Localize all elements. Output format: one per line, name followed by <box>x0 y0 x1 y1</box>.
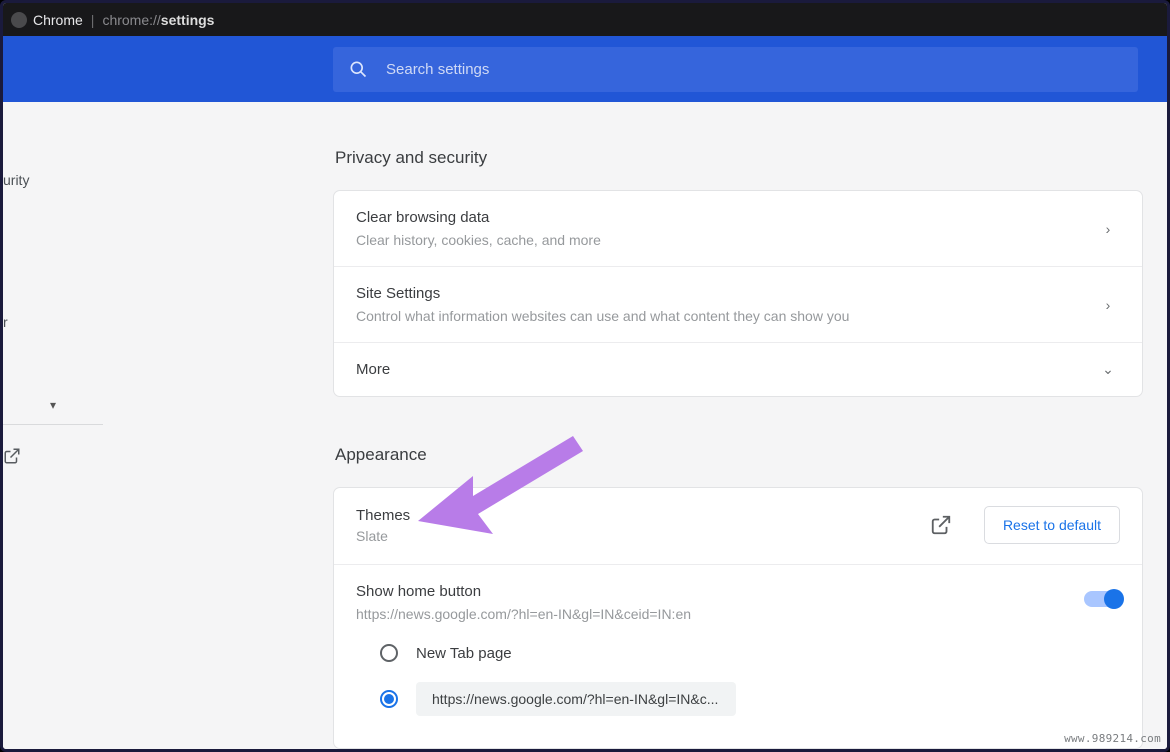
themes-sub: Slate <box>356 528 930 544</box>
settings-header <box>3 36 1167 102</box>
reset-to-default-button[interactable]: Reset to default <box>984 506 1120 544</box>
search-input[interactable] <box>386 61 1123 78</box>
radio-new-tab-page[interactable]: New Tab page <box>356 634 1120 672</box>
app-name: Chrome <box>33 12 83 28</box>
home-button-toggle[interactable] <box>1084 591 1120 607</box>
themes-title: Themes <box>356 507 930 524</box>
clear-sub: Clear history, cookies, cache, and more <box>356 232 1096 248</box>
new-tab-label: New Tab page <box>416 645 512 662</box>
section-privacy-title: Privacy and security <box>335 148 1143 168</box>
appearance-card: Themes Slate Reset to default Show home … <box>333 487 1143 749</box>
sidebar-item-security[interactable]: urity <box>3 164 103 196</box>
row-themes[interactable]: Themes Slate Reset to default <box>334 488 1142 564</box>
url-path: settings <box>161 12 215 28</box>
sidebar-chevron-icon[interactable]: ▾ <box>3 398 103 412</box>
more-label: More <box>356 361 1096 378</box>
search-icon <box>348 59 368 79</box>
sidebar-item-r[interactable]: r <box>3 306 103 338</box>
open-external-icon[interactable] <box>930 514 952 536</box>
custom-url-field[interactable]: https://news.google.com/?hl=en-IN&gl=IN&… <box>416 682 736 716</box>
search-settings[interactable] <box>333 47 1138 92</box>
radio-custom-url[interactable]: https://news.google.com/?hl=en-IN&gl=IN&… <box>356 672 1120 726</box>
settings-main: Privacy and security Clear browsing data… <box>333 102 1143 749</box>
app-icon <box>11 12 27 28</box>
chevron-right-icon: › <box>1096 221 1120 237</box>
home-sub: https://news.google.com/?hl=en-IN&gl=IN&… <box>356 606 1084 622</box>
home-title: Show home button <box>356 583 1084 600</box>
url-address: chrome://settings <box>102 12 214 28</box>
chevron-right-icon: › <box>1096 297 1120 313</box>
radio-unchecked-icon <box>380 644 398 662</box>
title-bar: Chrome | chrome://settings <box>3 3 1167 36</box>
site-sub: Control what information websites can us… <box>356 308 1096 324</box>
separator: | <box>91 12 95 28</box>
site-title: Site Settings <box>356 285 1096 302</box>
privacy-card: Clear browsing data Clear history, cooki… <box>333 190 1143 397</box>
row-site-settings[interactable]: Site Settings Control what information w… <box>334 266 1142 342</box>
home-button-options: New Tab page https://news.google.com/?hl… <box>334 630 1142 748</box>
clear-title: Clear browsing data <box>356 209 1096 226</box>
row-show-home-button: Show home button https://news.google.com… <box>334 564 1142 630</box>
chevron-down-icon: ⌄ <box>1096 361 1120 378</box>
radio-checked-icon <box>380 690 398 708</box>
row-more[interactable]: More ⌄ <box>334 342 1142 396</box>
external-link-icon[interactable] <box>3 447 21 465</box>
url-scheme: chrome:// <box>102 12 160 28</box>
watermark: www.989214.com <box>1064 732 1161 745</box>
sidebar: urity r ▾ <box>3 102 103 749</box>
sidebar-divider <box>0 424 103 425</box>
row-clear-browsing-data[interactable]: Clear browsing data Clear history, cooki… <box>334 191 1142 266</box>
section-appearance-title: Appearance <box>335 445 1143 465</box>
